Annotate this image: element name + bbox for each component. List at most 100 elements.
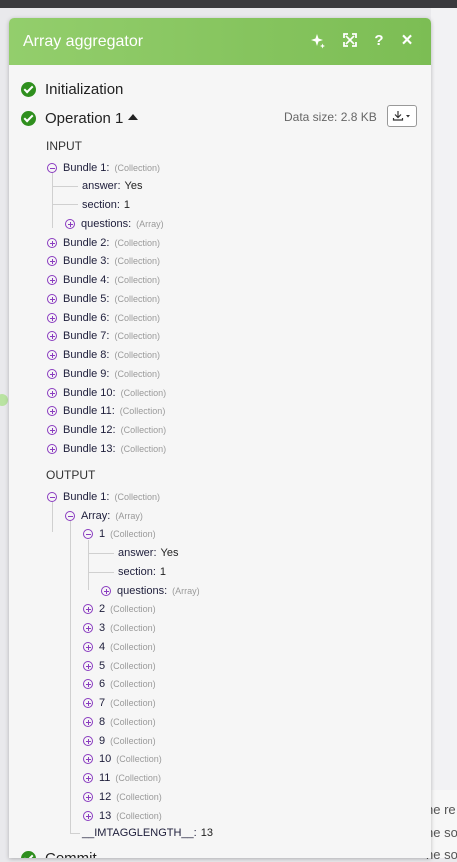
tree-node[interactable]: Bundle 1: (Collection) bbox=[47, 490, 160, 504]
expand-icon[interactable] bbox=[47, 444, 57, 454]
expand-icon[interactable] bbox=[83, 754, 93, 764]
expand-icon[interactable] bbox=[47, 331, 57, 341]
help-icon[interactable]: ? bbox=[368, 30, 390, 52]
tree-type: (Collection) bbox=[116, 792, 162, 802]
tree-node[interactable]: Bundle 6: (Collection) bbox=[47, 311, 160, 325]
tree-line bbox=[70, 833, 80, 834]
expand-icon[interactable] bbox=[65, 219, 75, 229]
tree-node[interactable]: 4 (Collection) bbox=[83, 640, 156, 654]
tree-type: (Collection) bbox=[110, 529, 156, 539]
tree-node[interactable]: 5 (Collection) bbox=[83, 659, 156, 673]
ai-sparkle-icon[interactable] bbox=[307, 30, 329, 52]
tree-node[interactable]: Bundle 12: (Collection) bbox=[47, 423, 166, 437]
tree-type: (Collection) bbox=[120, 444, 167, 454]
tree-key: 11 bbox=[99, 772, 111, 784]
tree-node[interactable]: 13 (Collection) bbox=[83, 809, 162, 823]
tree-type: (Collection) bbox=[110, 604, 156, 614]
expand-icon[interactable] bbox=[47, 406, 57, 416]
expand-icon[interactable] bbox=[83, 679, 93, 689]
expand-icon[interactable] bbox=[83, 623, 93, 633]
tree-type: (Array) bbox=[115, 511, 143, 521]
output-section-label: OUTPUT bbox=[46, 468, 96, 482]
tree-key: 13 bbox=[99, 810, 112, 822]
tree-node[interactable]: 10 (Collection) bbox=[83, 752, 162, 766]
tree-key: Bundle 8: bbox=[63, 349, 110, 361]
tree-node[interactable]: Bundle 4: (Collection) bbox=[47, 273, 160, 287]
tree-type: (Collection) bbox=[110, 736, 156, 746]
tree-node[interactable]: questions: (Array) bbox=[65, 217, 164, 231]
tree-key: __IMTAGGLENGTH__: bbox=[82, 827, 197, 839]
tree-type: (Collection) bbox=[116, 754, 162, 764]
tree-node[interactable]: Bundle 3: (Collection) bbox=[47, 254, 160, 268]
tree-node[interactable]: Bundle 10: (Collection) bbox=[47, 386, 166, 400]
step-operation[interactable]: Operation 1 bbox=[21, 110, 139, 127]
expand-icon[interactable] bbox=[83, 604, 93, 614]
tree-key: Bundle 1: bbox=[63, 162, 110, 174]
tree-key: questions: bbox=[117, 585, 168, 597]
expand-icon[interactable] bbox=[83, 698, 93, 708]
expand-icon[interactable] bbox=[47, 256, 57, 266]
tree-line bbox=[52, 186, 78, 187]
expand-icon[interactable] bbox=[47, 238, 57, 248]
step-initialization[interactable]: Initialization bbox=[21, 81, 123, 98]
tree-node[interactable]: Bundle 5: (Collection) bbox=[47, 292, 160, 306]
caret-up-icon bbox=[128, 114, 139, 120]
connection-handle[interactable] bbox=[0, 394, 8, 406]
tree-key: Bundle 9: bbox=[63, 368, 110, 380]
tree-node[interactable]: Array: (Array) bbox=[65, 509, 143, 523]
tree-key: Bundle 1: bbox=[63, 491, 110, 503]
step-next[interactable]: Commit bbox=[21, 850, 97, 858]
tree-node[interactable]: 11 (Collection) bbox=[83, 771, 161, 785]
tree-node[interactable]: Bundle 1: (Collection) bbox=[47, 161, 160, 175]
tree-node[interactable]: Bundle 2: (Collection) bbox=[47, 236, 160, 250]
expand-icon[interactable] bbox=[83, 736, 93, 746]
expand-icon[interactable] bbox=[83, 642, 93, 652]
tree-value: Yes bbox=[160, 547, 179, 559]
tree-line bbox=[70, 521, 71, 834]
tree-key: 4 bbox=[99, 641, 106, 653]
tree-type: (Collection) bbox=[110, 717, 156, 727]
tree-node[interactable]: 3 (Collection) bbox=[83, 621, 156, 635]
expand-icon[interactable] bbox=[47, 294, 57, 304]
expand-icon[interactable] bbox=[83, 717, 93, 727]
expand-icon[interactable] bbox=[47, 388, 57, 398]
tree-value: 1 bbox=[123, 199, 131, 211]
tree-node[interactable]: Bundle 11: (Collection) bbox=[47, 404, 165, 418]
tree-line bbox=[88, 540, 89, 590]
expand-icon[interactable] bbox=[47, 369, 57, 379]
expand-icon[interactable] bbox=[339, 30, 361, 52]
expand-icon[interactable] bbox=[83, 661, 93, 671]
tree-node[interactable]: 1 (Collection) bbox=[83, 527, 156, 541]
tree-node[interactable]: Bundle 13: (Collection) bbox=[47, 442, 166, 456]
collapse-icon[interactable] bbox=[65, 511, 75, 521]
tree-node[interactable]: 8 (Collection) bbox=[83, 715, 156, 729]
tree-node[interactable]: 12 (Collection) bbox=[83, 790, 162, 804]
expand-icon[interactable] bbox=[101, 586, 111, 596]
collapse-icon[interactable] bbox=[47, 163, 57, 173]
tree-type: (Collection) bbox=[114, 163, 160, 173]
tree-node: answer: Yes bbox=[82, 179, 142, 193]
expand-icon[interactable] bbox=[83, 792, 93, 802]
tree-node[interactable]: 9 (Collection) bbox=[83, 734, 156, 748]
tree-type: (Collection) bbox=[116, 811, 162, 821]
collapse-icon[interactable] bbox=[47, 492, 57, 502]
execution-inspector-panel: Array aggregator ? × Initialization Oper… bbox=[9, 18, 431, 858]
expand-icon[interactable] bbox=[83, 773, 93, 783]
expand-icon[interactable] bbox=[47, 275, 57, 285]
tree-node[interactable]: Bundle 7: (Collection) bbox=[47, 329, 160, 343]
tree-type: (Collection) bbox=[119, 406, 166, 416]
tree-node[interactable]: Bundle 9: (Collection) bbox=[47, 367, 160, 381]
tree-key: Bundle 3: bbox=[63, 255, 110, 267]
tree-node[interactable]: 6 (Collection) bbox=[83, 677, 156, 691]
expand-icon[interactable] bbox=[47, 425, 57, 435]
download-button[interactable] bbox=[387, 105, 417, 127]
tree-node[interactable]: Bundle 8: (Collection) bbox=[47, 348, 160, 362]
tree-node[interactable]: 7 (Collection) bbox=[83, 696, 156, 710]
expand-icon[interactable] bbox=[83, 811, 93, 821]
collapse-icon[interactable] bbox=[83, 529, 93, 539]
close-icon[interactable]: × bbox=[396, 30, 418, 52]
expand-icon[interactable] bbox=[47, 313, 57, 323]
tree-node[interactable]: questions: (Array) bbox=[101, 584, 200, 598]
tree-node[interactable]: 2 (Collection) bbox=[83, 602, 156, 616]
expand-icon[interactable] bbox=[47, 350, 57, 360]
